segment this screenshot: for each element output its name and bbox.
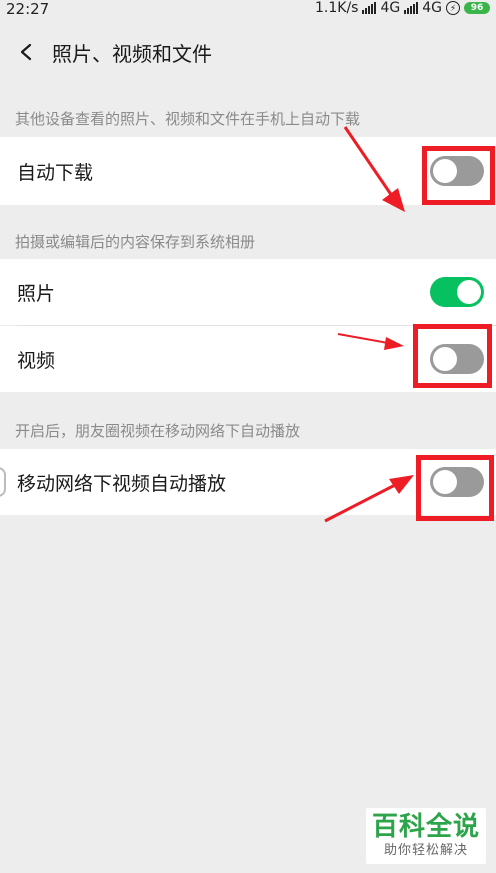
toggle-photos[interactable] <box>430 277 484 307</box>
watermark-main: 百科全说 <box>371 812 480 842</box>
watermark: 百科全说 助你轻松解决 <box>366 808 486 864</box>
signal-icon <box>362 2 377 14</box>
signal-icon-2 <box>404 2 419 14</box>
network-type-2: 4G <box>422 0 442 16</box>
battery-icon: 96 <box>464 2 490 14</box>
section-label-save-to-album: 拍摄或编辑后的内容保存到系统相册 <box>15 233 256 251</box>
row-label-videos: 视频 <box>17 349 56 372</box>
network-speed: 1.1K/s <box>315 0 359 16</box>
toggle-knob <box>457 280 481 304</box>
back-arrow-icon[interactable] <box>18 43 36 61</box>
row-label-photos: 照片 <box>17 282 56 305</box>
page-title: 照片、视频和文件 <box>52 41 212 66</box>
row-label-autoplay: 移动网络下视频自动播放 <box>17 472 227 495</box>
annotation-box-videos <box>413 324 492 388</box>
watermark-sub: 助你轻松解决 <box>383 843 468 858</box>
section-label-auto-download: 其他设备查看的照片、视频和文件在手机上自动下载 <box>15 110 361 128</box>
annotation-box-autoplay <box>416 455 494 521</box>
floating-edge-handle[interactable] <box>0 467 6 497</box>
section-label-autoplay: 开启后，朋友圈视频在移动网络下自动播放 <box>15 422 301 440</box>
status-right: 1.1K/s 4G 4G ⚡ 96 <box>315 0 490 16</box>
annotation-box-auto-download <box>422 146 495 205</box>
row-photos[interactable]: 照片 <box>0 259 496 325</box>
nav-bar: 照片、视频和文件 <box>0 22 496 82</box>
charging-icon: ⚡ <box>446 1 460 15</box>
row-label-auto-download: 自动下载 <box>17 161 94 184</box>
status-time: 22:27 <box>6 0 50 18</box>
status-bar: 22:27 1.1K/s 4G 4G ⚡ 96 <box>0 0 496 22</box>
network-type-1: 4G <box>380 0 401 16</box>
